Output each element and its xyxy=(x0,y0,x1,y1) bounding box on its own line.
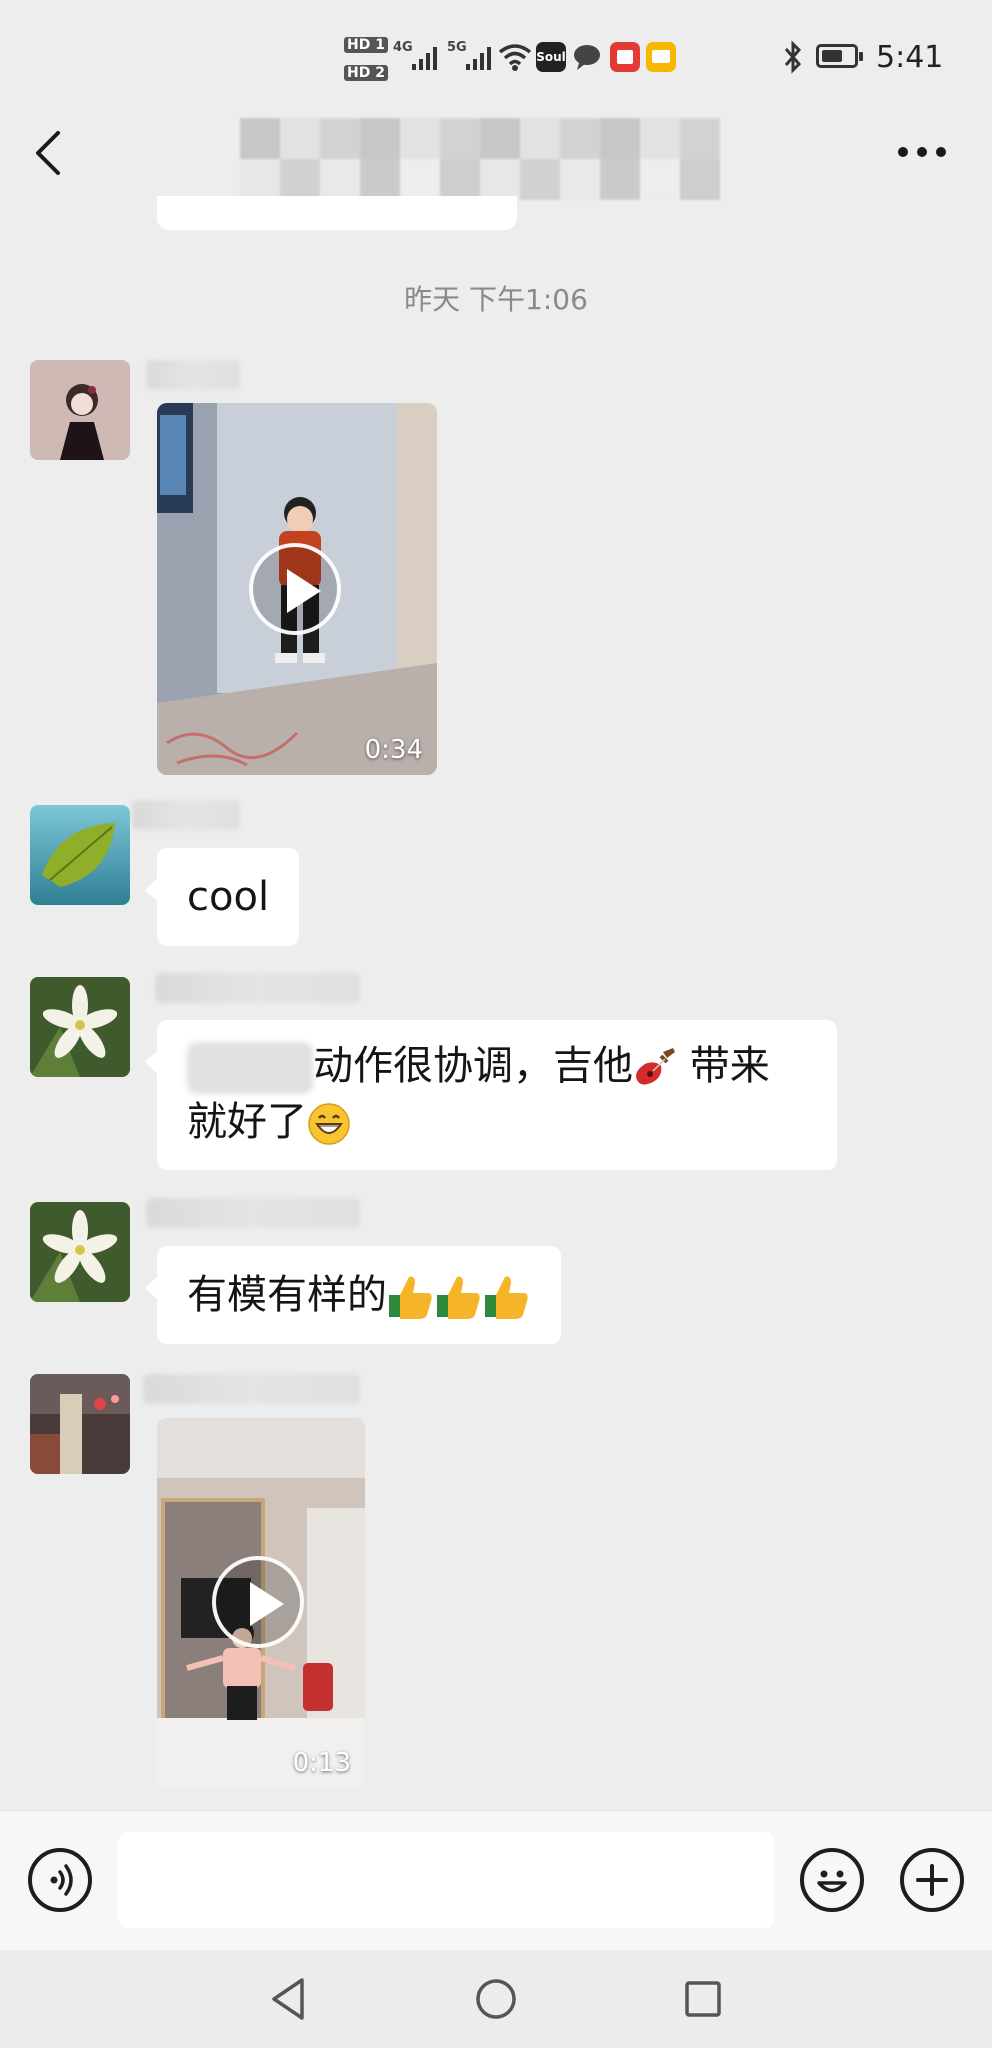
video-message[interactable]: 0:34 xyxy=(157,403,437,775)
sender-name xyxy=(146,1198,360,1228)
signal-icon xyxy=(412,44,437,70)
network-5g-label: 5G xyxy=(447,40,467,55)
soul-app-icon: Soul xyxy=(536,42,566,72)
message-text-cont: 带来 xyxy=(677,1043,770,1089)
nav-home-icon[interactable] xyxy=(474,1977,518,2021)
message-text: 动作很协调，吉他 xyxy=(313,1043,633,1089)
blurred-mention xyxy=(187,1042,313,1094)
signal-icon xyxy=(466,44,491,70)
text-message[interactable]: 动作很协调，吉他 带来就好了 xyxy=(145,1020,837,1170)
bluetooth-icon xyxy=(784,40,802,74)
video-message[interactable]: 0:13 xyxy=(157,1418,365,1788)
sender-name xyxy=(143,1374,360,1404)
nav-recents-icon[interactable] xyxy=(683,1979,723,2019)
thumbs-up-icon xyxy=(485,1276,528,1319)
voice-input-icon[interactable] xyxy=(28,1848,92,1912)
status-time: 5:41 xyxy=(876,40,944,75)
avatar[interactable] xyxy=(30,1374,130,1474)
text-message[interactable]: 有模有样的 xyxy=(145,1246,561,1344)
message-text: 有模有样的 xyxy=(187,1272,387,1318)
red-app-icon xyxy=(610,42,640,72)
play-icon[interactable] xyxy=(212,1556,304,1648)
status-bar: HD 1 HD 2 4G 5G Soul 5:41 xyxy=(0,0,992,110)
nav-back-icon[interactable] xyxy=(268,1976,308,2022)
avatar[interactable] xyxy=(30,360,130,460)
wifi-icon xyxy=(498,44,532,71)
message-input[interactable] xyxy=(118,1832,774,1928)
battery-icon xyxy=(816,44,863,68)
sender-name xyxy=(155,973,360,1003)
plus-icon[interactable] xyxy=(900,1848,964,1912)
sender-name xyxy=(132,800,240,830)
thumbs-up-icon xyxy=(389,1276,432,1319)
avatar[interactable] xyxy=(30,1202,130,1302)
avatar[interactable] xyxy=(30,805,130,905)
message-text: cool xyxy=(187,874,270,920)
message-text-end: 就好了 xyxy=(187,1099,307,1145)
text-message[interactable]: cool xyxy=(144,848,300,946)
video-duration: 0:34 xyxy=(364,735,423,765)
back-arrow-icon[interactable] xyxy=(30,128,70,178)
video-duration: 0:13 xyxy=(292,1748,351,1778)
chat-title xyxy=(240,118,720,200)
hd-indicator-1: HD 1 xyxy=(344,34,388,54)
sender-name xyxy=(146,360,240,390)
message-app-icon xyxy=(574,45,600,70)
emoji-icon[interactable] xyxy=(800,1848,864,1912)
avatar[interactable] xyxy=(30,977,130,1077)
mail-app-icon xyxy=(646,42,676,72)
network-4g-label: 4G xyxy=(393,40,413,55)
partial-message-bubble[interactable] xyxy=(157,196,517,230)
guitar-icon xyxy=(636,1048,675,1085)
hd-indicator-2: HD 2 xyxy=(344,62,388,82)
play-icon[interactable] xyxy=(249,543,341,635)
more-dots-icon[interactable] xyxy=(896,145,948,159)
grin-emoji-icon xyxy=(308,1103,350,1145)
time-separator: 昨天 下午1:06 xyxy=(404,283,588,316)
thumbs-up-icon xyxy=(437,1276,480,1319)
